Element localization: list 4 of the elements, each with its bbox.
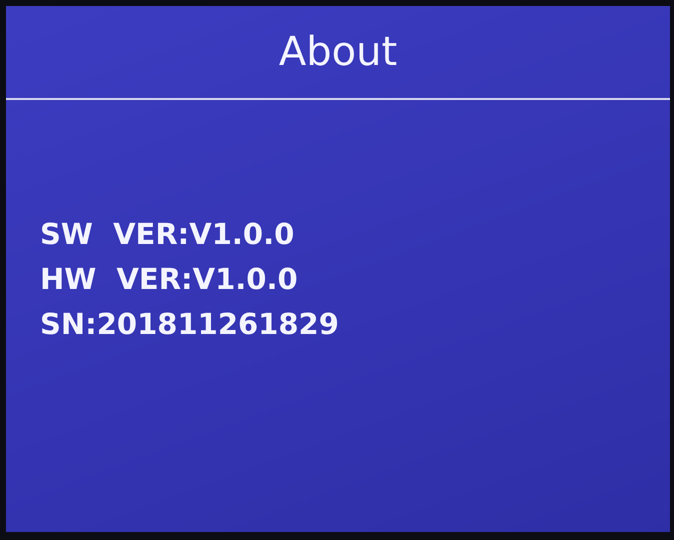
info-line: SW VER:V1.0.0 bbox=[40, 217, 294, 251]
info-line: HW VER:V1.0.0 bbox=[40, 262, 298, 296]
screen-title: About bbox=[278, 28, 398, 77]
info-line: SN:201811261829 bbox=[40, 307, 339, 341]
